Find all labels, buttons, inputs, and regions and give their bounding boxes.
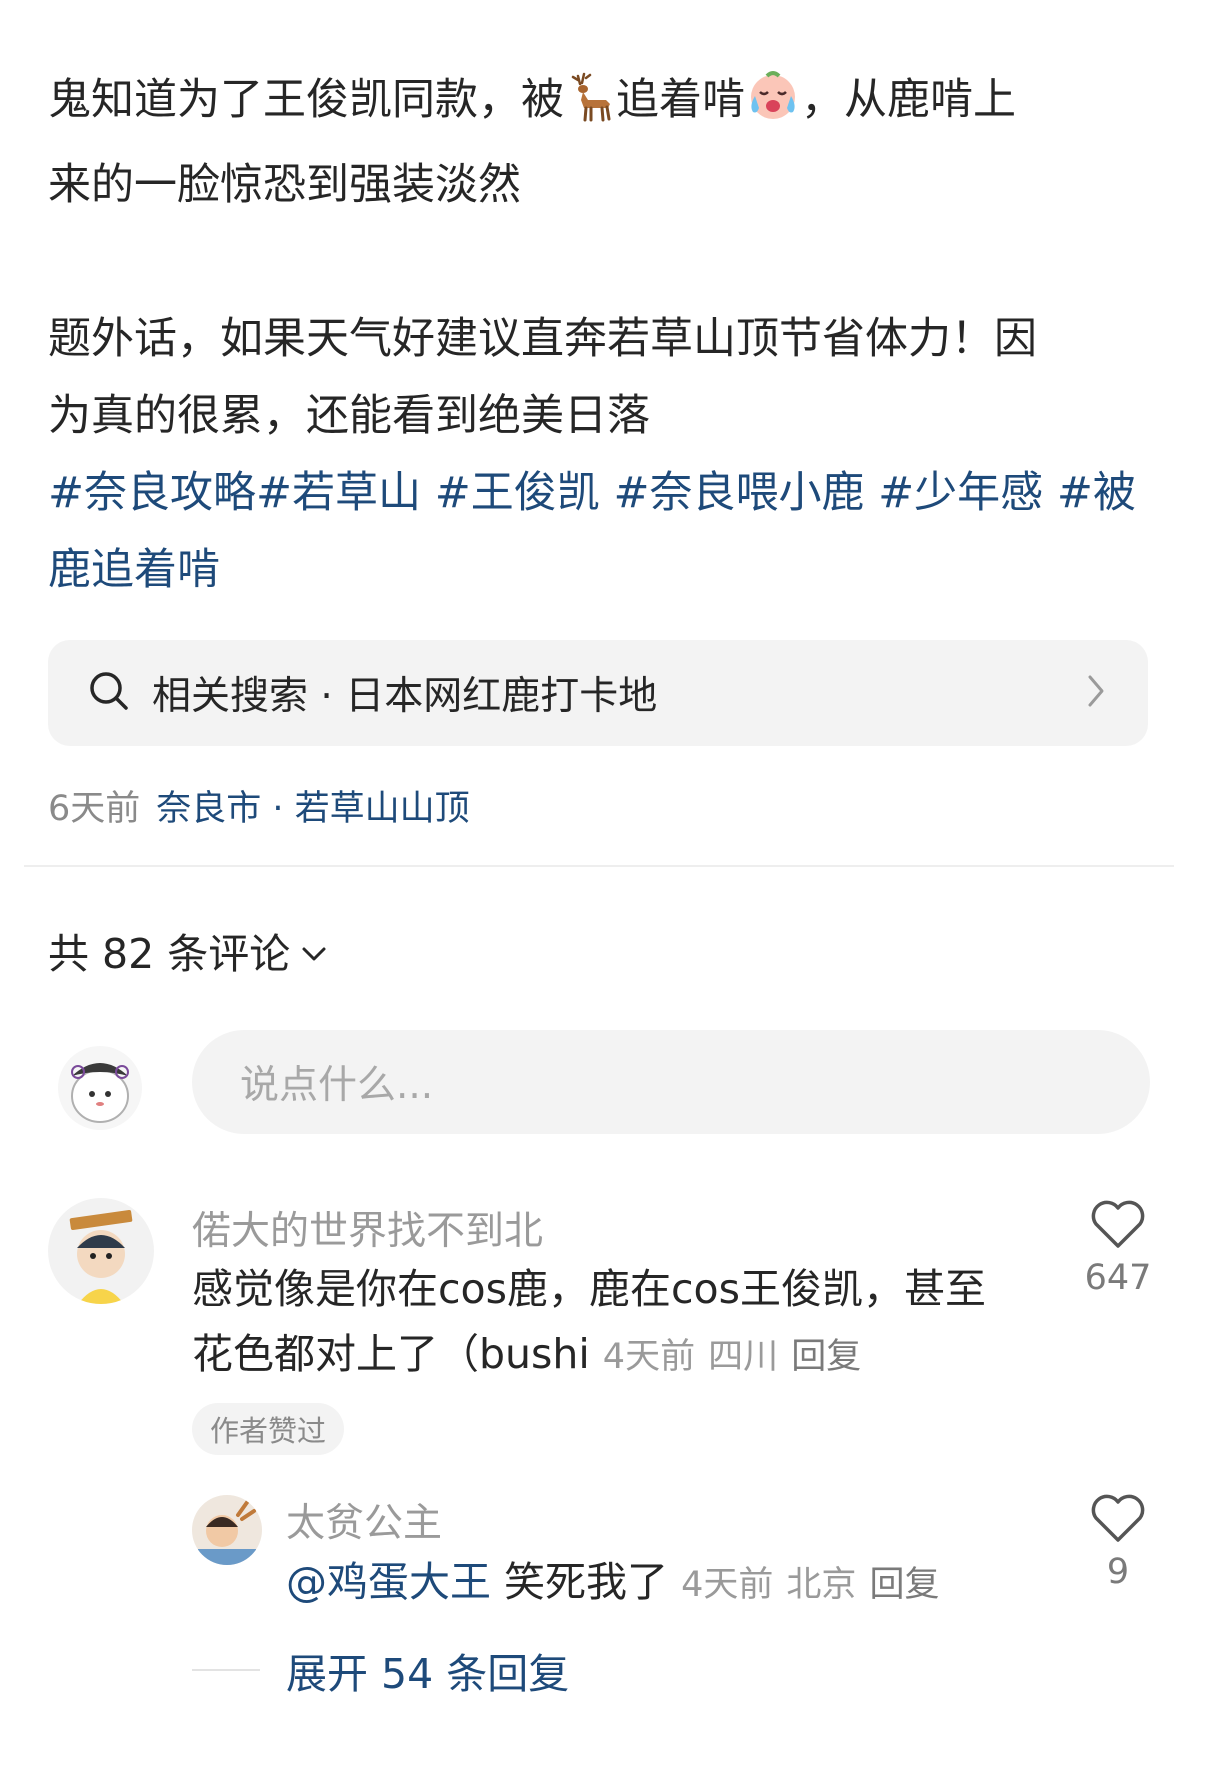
hashtag-wang-junkai[interactable]: #王俊凯	[435, 468, 600, 518]
reply-text: 笑死我了	[504, 1558, 669, 1606]
heart-icon[interactable]	[1090, 1200, 1146, 1254]
post-text: 追着啃	[616, 75, 745, 125]
commenter-name[interactable]: 偌大的世界找不到北	[192, 1200, 543, 1256]
post-time: 6天前	[48, 789, 141, 829]
comment-location: 四川	[708, 1337, 779, 1377]
chevron-right-icon	[1084, 673, 1108, 713]
reply-time: 4天前	[681, 1565, 774, 1605]
reply-mention[interactable]: @鸡蛋大王	[286, 1558, 491, 1606]
commenter-avatar[interactable]	[48, 1198, 154, 1304]
post-body: 鬼知道为了王俊凯同款，被 追着啃 ，从鹿啃上 来的一脸惊恐到强装淡然 题外话，如果天…	[48, 62, 1158, 609]
post-text: 鬼知道为了王俊凯同款，被	[48, 75, 564, 125]
comment-text-line-1: 感觉像是你在cos鹿，鹿在cos王俊凯，甚至	[192, 1265, 986, 1313]
post-line-2: 来的一脸惊恐到强装淡然	[48, 160, 521, 210]
related-search-bar[interactable]: 相关搜索 · 日本网红鹿打卡地	[48, 640, 1148, 746]
search-icon	[88, 670, 130, 716]
comment-count-label: 共 82 条评论	[48, 930, 291, 978]
hashtag-nara-guide[interactable]: #奈良攻略	[48, 468, 256, 518]
comment-like[interactable]: 647	[1068, 1200, 1168, 1298]
reply-like-count: 9	[1106, 1552, 1130, 1592]
chevron-down-icon	[290, 926, 328, 974]
post-line-4: 为真的很累，还能看到绝美日落	[48, 391, 650, 441]
heart-icon[interactable]	[1090, 1494, 1146, 1548]
comment-input-placeholder: 说点什么...	[240, 1063, 434, 1108]
comment-body: 感觉像是你在cos鹿，鹿在cos王俊凯，甚至 花色都对上了（bushi 4天前 …	[192, 1257, 1052, 1390]
crying-face-emoji	[745, 70, 801, 147]
expand-divider	[192, 1669, 260, 1671]
my-avatar[interactable]	[58, 1046, 142, 1130]
reply-location: 北京	[786, 1565, 857, 1605]
comment-count-toggle[interactable]: 共 82 条评论	[48, 920, 328, 980]
author-liked-badge: 作者赞过	[192, 1403, 345, 1455]
post-text: ，从鹿啃上	[801, 75, 1016, 125]
expand-replies-button[interactable]: 展开 54 条回复	[286, 1640, 569, 1700]
hashtag-feed-deer[interactable]: #奈良喂小鹿	[613, 468, 864, 518]
reply-button[interactable]: 回复	[791, 1337, 861, 1377]
comment-text-line-2: 花色都对上了（bushi 4天前 四川 回复	[192, 1322, 1052, 1390]
hashtag-youthful[interactable]: #少年感	[878, 468, 1043, 518]
replier-name[interactable]: 太贫公主	[286, 1492, 442, 1548]
hashtag-list: #奈良攻略#若草山 #王俊凯 #奈良喂小鹿 #少年感 #被鹿追着啃	[48, 455, 1158, 609]
hashtag-wakakusa[interactable]: #若草山	[256, 468, 421, 518]
reply-body: @鸡蛋大王 笑死我了 4天前 北京 回复	[286, 1550, 1046, 1618]
reply-reply-button[interactable]: 回复	[869, 1565, 939, 1605]
post-location-link[interactable]: 奈良市 · 若草山山顶	[156, 789, 469, 829]
deer-emoji	[564, 70, 616, 147]
comment-input[interactable]: 说点什么...	[192, 1030, 1150, 1134]
like-count: 647	[1084, 1258, 1152, 1298]
reply-like[interactable]: 9	[1068, 1494, 1168, 1592]
divider	[24, 865, 1174, 867]
comment-time: 4天前	[602, 1337, 696, 1377]
comment-text: 花色都对上了（bushi	[192, 1330, 590, 1378]
related-search-label: 相关搜索 · 日本网红鹿打卡地	[152, 674, 658, 719]
replier-avatar[interactable]	[192, 1495, 262, 1565]
post-meta: 6天前 奈良市 · 若草山山顶	[48, 780, 470, 831]
post-line-1: 鬼知道为了王俊凯同款，被 追着啃 ，从鹿啃上	[48, 62, 1158, 147]
post-line-3: 题外话，如果天气好建议直奔若草山顶节省体力！因	[48, 314, 1037, 364]
